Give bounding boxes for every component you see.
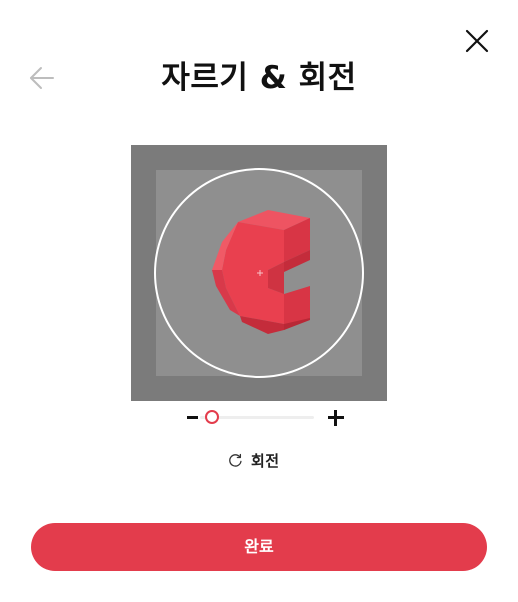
dialog-title: 자르기 & 회전 [161,60,357,96]
rotate-icon [229,453,242,467]
close-icon [465,29,489,53]
rotate-label: 회전 [251,451,280,470]
close-button[interactable] [462,26,492,56]
minus-icon[interactable] [186,411,200,425]
done-button[interactable]: 완료 [31,523,487,571]
rotate-button[interactable]: 회전 [228,448,280,472]
zoom-thumb[interactable] [205,410,219,424]
crop-circle-handle[interactable] [154,168,364,378]
crop-area[interactable] [131,145,387,401]
zoom-slider [186,405,350,431]
plus-icon[interactable] [327,409,345,427]
crop-rotate-dialog: 자르기 & 회전 회전 완료 [0,0,518,602]
